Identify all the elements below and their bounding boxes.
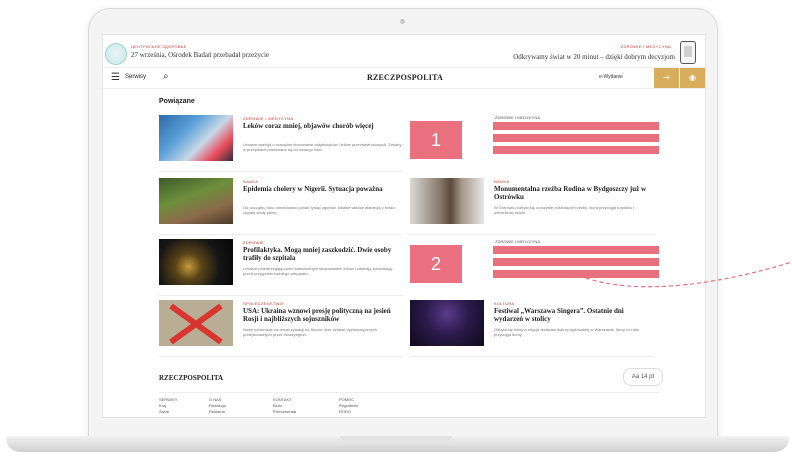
dashed-annotation-line [585, 261, 792, 288]
